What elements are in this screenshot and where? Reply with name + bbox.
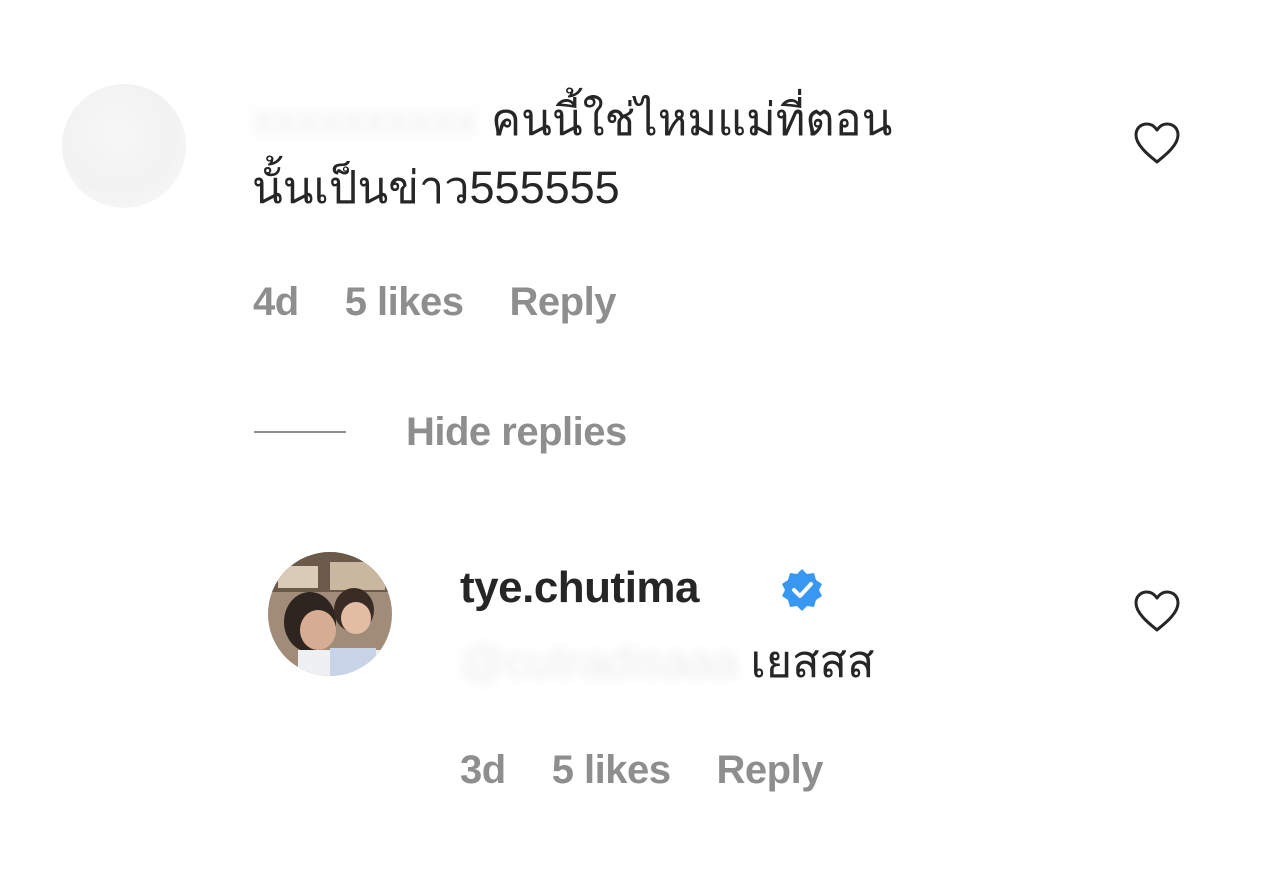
reply-username[interactable]: tye.chutima (460, 563, 700, 613)
reply-reply-button[interactable]: Reply (717, 748, 824, 793)
comment-likes-link[interactable]: 5 likes (345, 280, 464, 325)
comment-body-part-1: คนนี้ใช่ไหมแม่ที่ตอน (491, 94, 893, 145)
replies-divider-line (254, 431, 346, 433)
comment-age: 4d (253, 280, 299, 324)
avatar-photo-image (268, 552, 392, 676)
comment-text-line-2: นั้นเป็นข่าว555555 (252, 162, 620, 213)
reply-meta: 3d 5 likes Reply (460, 748, 869, 793)
comment-reply-button[interactable]: Reply (510, 280, 617, 325)
commenter-avatar[interactable] (62, 84, 186, 208)
verified-badge-icon (782, 569, 822, 611)
comment-meta: 4d 5 likes Reply (253, 280, 662, 325)
hide-replies-button[interactable]: Hide replies (406, 410, 627, 455)
reply-age: 3d (460, 748, 506, 792)
reply-likes-link[interactable]: 5 likes (552, 748, 671, 793)
reply-mention-link[interactable]: @cutradisaaa (460, 636, 738, 687)
reply-body: เยสสส (750, 636, 875, 687)
heart-outline-icon[interactable] (1132, 588, 1182, 634)
reply-avatar[interactable] (268, 552, 392, 676)
comment-text-line-1: xxxxxxxxxx คนนี้ใช่ไหมแม่ที่ตอน (252, 90, 892, 150)
reply-text: @cutradisaaa เยสสส (460, 632, 874, 692)
heart-outline-icon[interactable] (1132, 120, 1182, 166)
commenter-username[interactable]: xxxxxxxxxx (252, 90, 477, 150)
